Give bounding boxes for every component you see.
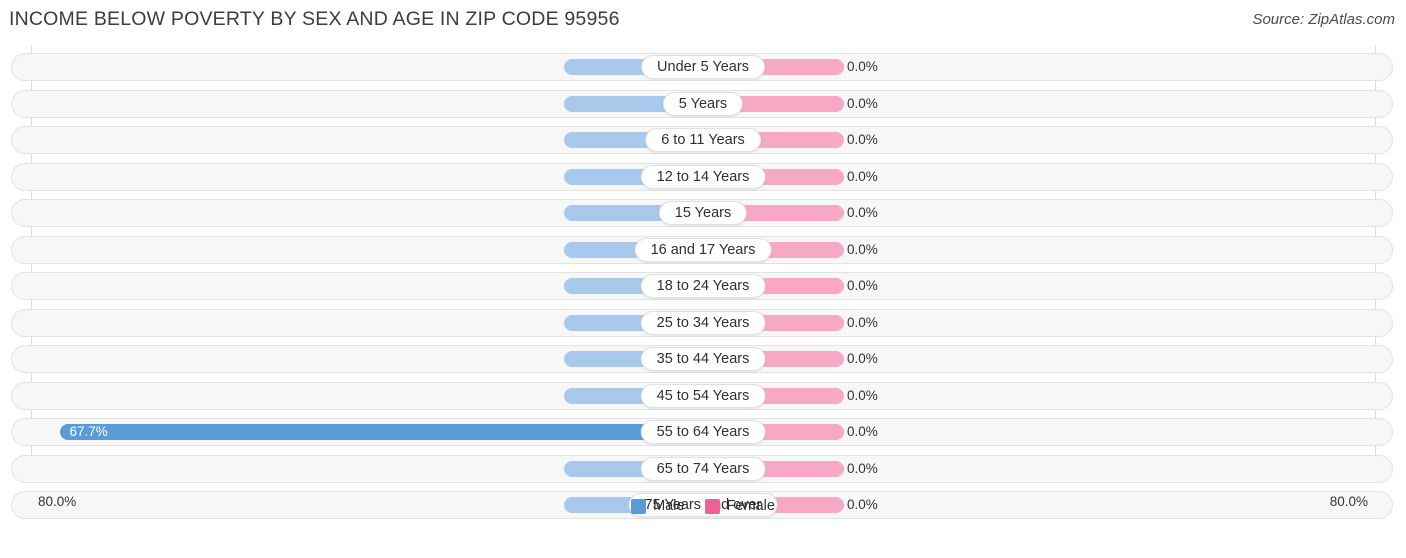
row-content: 0.0%0.0%5 Years: [12, 91, 1394, 117]
table-row[interactable]: 0.0%0.0%65 to 74 Years: [11, 454, 1394, 483]
legend-item-male[interactable]: Male: [631, 498, 685, 514]
value-female: 0.0%: [847, 241, 878, 257]
legend-swatch-icon: [631, 498, 647, 514]
chart-plot-area: 0.0% 0.0% Under 5 Years 0.0% 0.0% 5 Years 0.0%…: [0, 45, 1406, 520]
value-female: 0.0%: [847, 424, 878, 439]
category-label: 18 to 24 Years: [640, 274, 766, 298]
legend-swatch-icon: [704, 498, 720, 514]
category-label: 6 to 11 Years: [645, 128, 761, 152]
value-male: 67.7%: [69, 424, 108, 439]
row-content: 0.0%0.0%6 to 11 Years: [12, 127, 1394, 153]
page-title: INCOME BELOW POVERTY BY SEX AND AGE IN Z…: [9, 8, 620, 30]
legend-label: Male: [653, 498, 685, 514]
category-label: 45 to 54 Years: [640, 383, 766, 408]
table-row[interactable]: 0.0%0.0%18 to 24 Years: [11, 272, 1393, 300]
table-row[interactable]: 0.0%0.0%25 to 34 Years: [11, 308, 1394, 337]
legend-label: Female: [726, 498, 775, 514]
row-content: 0.0%0.0%18 to 24 Years: [12, 273, 1394, 299]
value-female: 0.0%: [847, 314, 878, 330]
category-label: 15 Years: [658, 201, 748, 225]
row-content: 0.0%0.0%12 to 14 Years: [12, 164, 1394, 190]
row-content: 0.0%0.0%16 and 17 Years: [12, 237, 1394, 263]
table-row[interactable]: 0.0%0.0%12 to 14 Years: [11, 162, 1394, 191]
row-content: 0.0%0.0%15 Years: [12, 200, 1394, 226]
category-label: 16 and 17 Years: [634, 237, 772, 262]
table-row[interactable]: 67.7% 0.0% 55 to 64 Years: [11, 418, 1393, 446]
category-label: 5 Years: [662, 91, 744, 116]
source-attribution: Source: ZipAtlas.com: [1252, 11, 1395, 28]
table-row[interactable]: 0.0%0.0%15 Years: [11, 199, 1393, 227]
table-row[interactable]: 0.0%0.0%45 to 54 Years: [11, 381, 1394, 410]
chart-header: INCOME BELOW POVERTY BY SEX AND AGE IN Z…: [0, 0, 1406, 42]
chart-legend: Male Female: [0, 498, 1406, 514]
value-female: 0.0%: [847, 460, 878, 476]
table-row[interactable]: 0.0%0.0%16 and 17 Years: [11, 235, 1394, 264]
row-content: 0.0%0.0%65 to 74 Years: [12, 456, 1394, 482]
row-content: 0.0%0.0%Under 5 Years: [12, 54, 1394, 80]
row-content: 67.7% 0.0% 55 to 64 Years: [12, 419, 1394, 445]
category-label: 25 to 34 Years: [640, 310, 766, 335]
category-label: 35 to 44 Years: [640, 347, 766, 371]
category-label: Under 5 Years: [641, 55, 765, 79]
row-content: 0.0%0.0%35 to 44 Years: [12, 346, 1394, 372]
table-row[interactable]: 0.0%0.0%Under 5 Years: [11, 53, 1393, 81]
category-label: 65 to 74 Years: [640, 456, 766, 481]
table-row[interactable]: 0.0%0.0%5 Years: [11, 89, 1394, 118]
category-label: 55 to 64 Years: [640, 420, 766, 444]
table-row[interactable]: 0.0%0.0%6 to 11 Years: [11, 126, 1393, 154]
table-row[interactable]: 0.0%0.0%35 to 44 Years: [11, 345, 1393, 373]
bar-male: [60, 424, 704, 440]
value-female: 0.0%: [847, 95, 878, 111]
value-female: 0.0%: [847, 132, 878, 147]
value-female: 0.0%: [847, 278, 878, 293]
value-female: 0.0%: [847, 59, 878, 74]
value-female: 0.0%: [847, 351, 878, 366]
category-label: 12 to 14 Years: [640, 164, 766, 189]
row-content: 0.0%0.0%45 to 54 Years: [12, 383, 1394, 409]
value-female: 0.0%: [847, 205, 878, 220]
row-content: 0.0%0.0%25 to 34 Years: [12, 310, 1394, 336]
value-female: 0.0%: [847, 387, 878, 403]
value-female: 0.0%: [847, 168, 878, 184]
legend-item-female[interactable]: Female: [704, 498, 775, 514]
